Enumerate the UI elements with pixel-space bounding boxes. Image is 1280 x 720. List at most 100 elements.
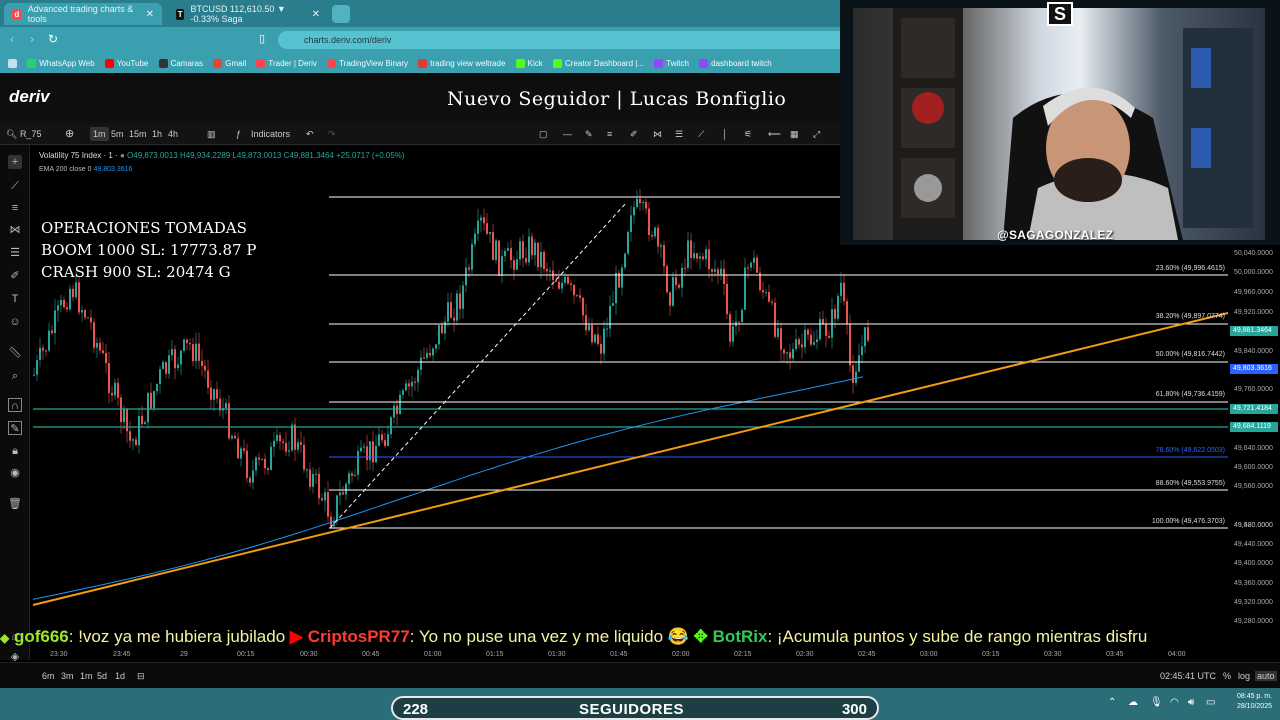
forward-icon[interactable]: › bbox=[30, 32, 34, 46]
tab-deriv[interactable]: d Advanced trading charts & tools ✕ bbox=[4, 3, 162, 25]
fullscreen-icon[interactable]: ⤢ bbox=[813, 127, 820, 141]
date-range-icon[interactable]: ⊟ bbox=[137, 671, 145, 682]
lock-icon[interactable]: 🔒︎ bbox=[8, 444, 22, 458]
orange-trendline[interactable] bbox=[32, 312, 1229, 606]
url-field[interactable]: charts.deriv.com/deriv bbox=[278, 31, 840, 49]
vline-tool-icon[interactable]: │ bbox=[722, 127, 728, 141]
bookmark-whatsapp[interactable]: WhatsApp Web bbox=[27, 53, 95, 73]
forecast-icon[interactable]: ☰ bbox=[8, 246, 22, 260]
eye-icon[interactable]: ◉ bbox=[8, 466, 22, 480]
candle-body bbox=[120, 397, 122, 423]
tab-tradingview[interactable]: T BTCUSD 112,610.50 ▼ -0.33% Saga ✕ bbox=[168, 3, 328, 25]
bookmark-icon[interactable]: ▯ bbox=[259, 32, 265, 45]
candle-body bbox=[114, 382, 116, 396]
grid-tool-icon[interactable]: ▦ bbox=[790, 127, 799, 141]
chat-avatar-icon: ◆ bbox=[0, 631, 10, 645]
candle-body bbox=[633, 207, 635, 216]
undo-icon[interactable]: ↶ bbox=[306, 127, 314, 141]
range-1d[interactable]: 1d bbox=[115, 671, 125, 681]
rect-tool-icon[interactable]: ▢ bbox=[539, 127, 548, 141]
deriv-logo[interactable]: deriv bbox=[9, 87, 50, 107]
fib-tool-icon[interactable]: ≡ bbox=[607, 127, 612, 141]
indicators-icon[interactable]: ƒ bbox=[236, 127, 241, 141]
system-clock[interactable]: 08:45 p. m. 28/10/2025 bbox=[1237, 692, 1272, 712]
ray-tool-icon[interactable]: ⟵ bbox=[768, 127, 781, 141]
microphone-icon[interactable]: 🎙︎ bbox=[1150, 697, 1163, 708]
pattern-icon[interactable]: ⋈ bbox=[8, 223, 22, 237]
utc-clock[interactable]: 02:45:41 UTC bbox=[1160, 671, 1216, 681]
brush-icon[interactable]: ✐ bbox=[8, 269, 22, 283]
candle-body bbox=[576, 295, 578, 297]
apps-icon[interactable] bbox=[8, 53, 17, 73]
settings-tool-icon[interactable]: ⚟ bbox=[744, 127, 752, 141]
ruler-icon[interactable]: 📏︎ bbox=[8, 346, 22, 360]
timeframe-1h[interactable]: 1h bbox=[152, 127, 162, 141]
hline-tool-icon[interactable]: — bbox=[563, 127, 572, 141]
magnet-icon[interactable]: ∩ bbox=[8, 398, 22, 412]
fib-diagonal[interactable] bbox=[329, 201, 628, 529]
battery-icon[interactable]: ▭ bbox=[1206, 697, 1215, 708]
crosshair-icon[interactable]: + bbox=[8, 155, 22, 169]
percent-toggle[interactable]: % bbox=[1223, 671, 1231, 681]
drawing-tools-sidebar: + ⟋ ≡ ⋈ ☰ ✐ T ☺ 📏︎ ⌕ ∩ ✎ 🔒︎ ◉ 🗑︎ ⌂ ◈ bbox=[0, 145, 30, 663]
range-1m[interactable]: 1m bbox=[80, 671, 93, 681]
new-tab-button[interactable] bbox=[332, 5, 350, 23]
fib-icon[interactable]: ≡ bbox=[8, 201, 22, 215]
candle-body bbox=[465, 267, 467, 286]
pen-tool-icon[interactable]: ✎ bbox=[585, 127, 593, 141]
line-tool-icon[interactable]: ⟋ bbox=[698, 127, 704, 141]
zoom-icon[interactable]: ⌕ bbox=[8, 369, 22, 383]
candle-body bbox=[432, 348, 434, 356]
tray-chevron-icon[interactable]: ⌃ bbox=[1108, 697, 1116, 708]
trendline-icon[interactable]: ⟋ bbox=[8, 179, 22, 193]
range-5d[interactable]: 5d bbox=[97, 671, 107, 681]
candle-body bbox=[426, 352, 428, 358]
text-icon[interactable]: T bbox=[8, 292, 22, 306]
bookmark-kick[interactable]: Kick bbox=[515, 53, 543, 73]
bookmark-trader-deriv[interactable]: Trader | Deriv bbox=[256, 53, 317, 73]
reload-icon[interactable]: ↻ bbox=[48, 32, 58, 46]
speaker-icon[interactable]: 🔊︎ bbox=[1188, 697, 1194, 708]
bookmark-camaras[interactable]: Camaras bbox=[158, 53, 203, 73]
bookmark-youtube[interactable]: YouTube bbox=[104, 53, 148, 73]
timeframe-1m[interactable]: 1m bbox=[90, 127, 109, 141]
range-3m[interactable]: 3m bbox=[61, 671, 74, 681]
back-icon[interactable]: ‹ bbox=[10, 32, 14, 46]
trash-icon[interactable]: 🗑︎ bbox=[8, 497, 22, 511]
close-icon[interactable]: ✕ bbox=[312, 9, 320, 20]
candle-body bbox=[522, 241, 524, 259]
candle-body bbox=[852, 365, 854, 384]
channel-tool-icon[interactable]: ☰ bbox=[675, 127, 683, 141]
bookmark-creator-dashboard[interactable]: Creator Dashboard |... bbox=[553, 53, 644, 73]
add-symbol-icon[interactable]: ⊕ bbox=[65, 127, 74, 141]
followers-current: 228 bbox=[403, 701, 429, 718]
timeframe-15m[interactable]: 15m bbox=[129, 127, 147, 141]
bookmark-tradingview-binary[interactable]: TradingView Binary bbox=[327, 53, 408, 73]
close-icon[interactable]: ✕ bbox=[146, 9, 154, 20]
indicators-button[interactable]: Indicators bbox=[251, 127, 290, 141]
bookmark-gmail[interactable]: Gmail bbox=[213, 53, 246, 73]
candle-body bbox=[57, 305, 59, 311]
log-toggle[interactable]: log bbox=[1238, 671, 1250, 681]
brush-tool-icon[interactable]: ✐ bbox=[630, 127, 638, 141]
bookmark-tradingview-weltrade[interactable]: trading view weltrade bbox=[418, 53, 505, 73]
time-axis[interactable]: 23:30 23:45 29 00:15 00:30 00:45 01:00 01:15 01:… bbox=[30, 650, 1280, 662]
chat-username: BotRix bbox=[712, 627, 768, 646]
auto-toggle[interactable]: auto bbox=[1255, 671, 1277, 681]
candle-type-icon[interactable]: ▥ bbox=[207, 127, 216, 141]
price-tick: 50,040.0000 bbox=[1234, 250, 1273, 257]
range-6m[interactable]: 6m bbox=[42, 671, 55, 681]
pattern-tool-icon[interactable]: ⋈ bbox=[653, 127, 662, 141]
symbol-search[interactable]: 🔍︎ R_75 bbox=[6, 127, 41, 141]
lock-drawing-icon[interactable]: ✎ bbox=[8, 421, 22, 435]
bookmark-dashboard-twitch[interactable]: dashboard twitch bbox=[699, 53, 772, 73]
timeframe-5m[interactable]: 5m bbox=[111, 127, 124, 141]
candle-body bbox=[651, 235, 653, 237]
tray-app-icon[interactable]: ☁ bbox=[1128, 697, 1138, 708]
emoji-icon[interactable]: ☺ bbox=[8, 315, 22, 329]
redo-icon[interactable]: ↷ bbox=[328, 127, 336, 141]
wifi-icon[interactable]: ◠ bbox=[1170, 697, 1179, 708]
bookmark-twitch[interactable]: Twitch bbox=[654, 53, 689, 73]
timeframe-4h[interactable]: 4h bbox=[168, 127, 178, 141]
candle-body bbox=[606, 328, 608, 330]
